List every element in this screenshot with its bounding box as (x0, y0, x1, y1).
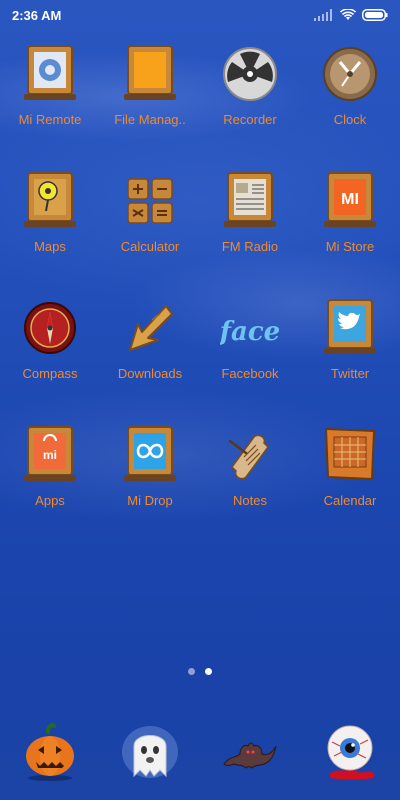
app-label: Calendar (323, 493, 377, 508)
battery-icon (362, 9, 388, 21)
app-compass[interactable]: Compass (0, 294, 100, 421)
app-calculator[interactable]: Calculator (100, 167, 200, 294)
infinity-icon (120, 423, 180, 487)
scroll-icon (220, 423, 280, 487)
facebook-icon: face (220, 296, 280, 360)
folder-icon (120, 42, 180, 106)
app-file-manager[interactable]: File Manag.. (100, 40, 200, 167)
app-twitter[interactable]: Twitter (300, 294, 400, 421)
apps-logo-text: mi (43, 448, 57, 462)
app-label: Recorder (223, 112, 277, 127)
dock-eyeball[interactable] (300, 712, 400, 792)
app-notes[interactable]: Notes (200, 421, 300, 548)
status-time: 2:36 AM (12, 7, 62, 23)
app-label: Calculator (120, 239, 180, 254)
facebook-logo-text: face (220, 317, 280, 347)
pumpkin-icon (26, 723, 74, 781)
page-dot-1[interactable] (188, 668, 195, 675)
page-dot-2[interactable] (205, 668, 212, 675)
app-label: Mi Drop (127, 493, 173, 508)
status-bar: 2:36 AM (0, 0, 400, 30)
dock-ghost[interactable] (100, 712, 200, 792)
app-label: Facebook (221, 366, 279, 381)
app-label: FM Radio (221, 239, 279, 254)
calculator-icon (120, 169, 180, 233)
dock-bat[interactable] (200, 712, 300, 792)
calendar-icon (320, 423, 380, 487)
app-label: Mi Remote (18, 112, 82, 127)
status-icons (314, 9, 388, 21)
shopping-bag-icon: mi (20, 423, 80, 487)
dock (0, 712, 400, 792)
app-facebook[interactable]: face Facebook (200, 294, 300, 421)
app-maps[interactable]: Maps (0, 167, 100, 294)
app-clock[interactable]: Clock (300, 40, 400, 167)
app-label: Mi Store (325, 239, 375, 254)
signal-icon (314, 9, 332, 21)
mi-logo-text: MI (341, 191, 359, 208)
download-arrow-icon (120, 296, 180, 360)
radio-icon (220, 169, 280, 233)
app-mi-remote[interactable]: Mi Remote (0, 40, 100, 167)
remote-icon (20, 42, 80, 106)
app-fm-radio[interactable]: FM Radio (200, 167, 300, 294)
page-indicator[interactable] (0, 668, 400, 675)
app-label: Downloads (117, 366, 183, 381)
clock-icon (320, 42, 380, 106)
app-mi-drop[interactable]: Mi Drop (100, 421, 200, 548)
app-label: Compass (22, 366, 78, 381)
app-apps[interactable]: mi Apps (0, 421, 100, 548)
app-recorder[interactable]: Recorder (200, 40, 300, 167)
wifi-icon (340, 9, 356, 20)
app-label: File Manag.. (114, 112, 186, 127)
app-label: Clock (333, 112, 367, 127)
bat-icon (223, 742, 277, 769)
app-downloads[interactable]: Downloads (100, 294, 200, 421)
app-label: Maps (34, 239, 66, 254)
eyeball-icon (327, 725, 375, 780)
app-grid: Mi Remote File Manag.. Recorder Clock Ma… (0, 40, 400, 548)
reel-icon (220, 42, 280, 106)
map-pin-icon (20, 169, 80, 233)
dock-pumpkin[interactable] (0, 712, 100, 792)
app-label: Apps (35, 493, 65, 508)
app-label: Notes (233, 493, 267, 508)
ghost-icon (122, 726, 178, 778)
mi-store-icon: MI (320, 169, 380, 233)
app-label: Twitter (330, 366, 370, 381)
app-mi-store[interactable]: MI Mi Store (300, 167, 400, 294)
compass-icon (20, 296, 80, 360)
app-calendar[interactable]: Calendar (300, 421, 400, 548)
twitter-bird-icon (320, 296, 380, 360)
